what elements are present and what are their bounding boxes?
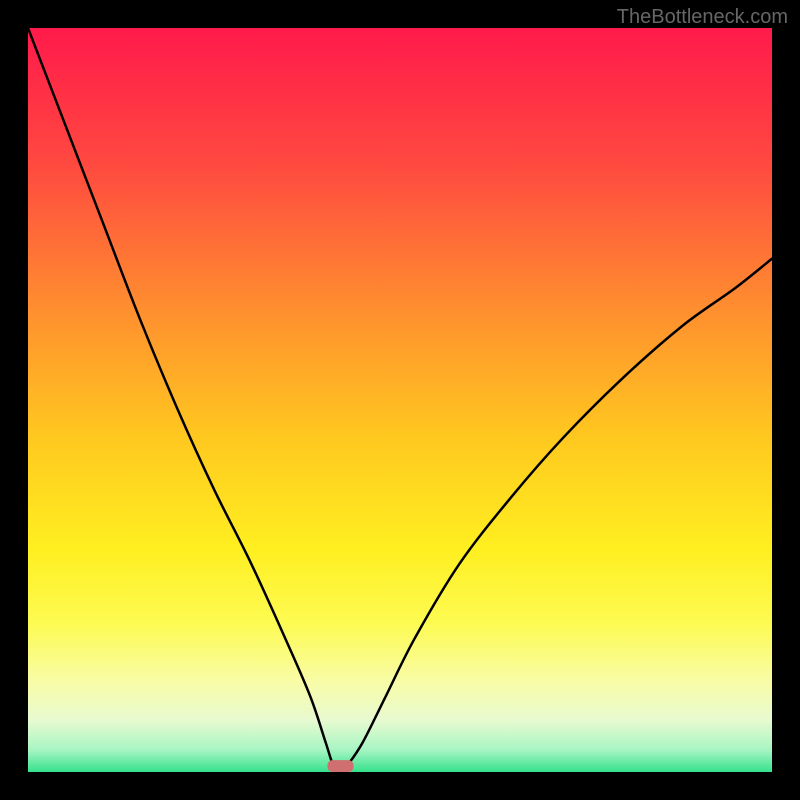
- gradient-background: [28, 28, 772, 772]
- minimum-marker: [327, 760, 353, 772]
- plot-area: [28, 28, 772, 772]
- bottleneck-chart: [28, 28, 772, 772]
- watermark-text: TheBottleneck.com: [617, 6, 788, 29]
